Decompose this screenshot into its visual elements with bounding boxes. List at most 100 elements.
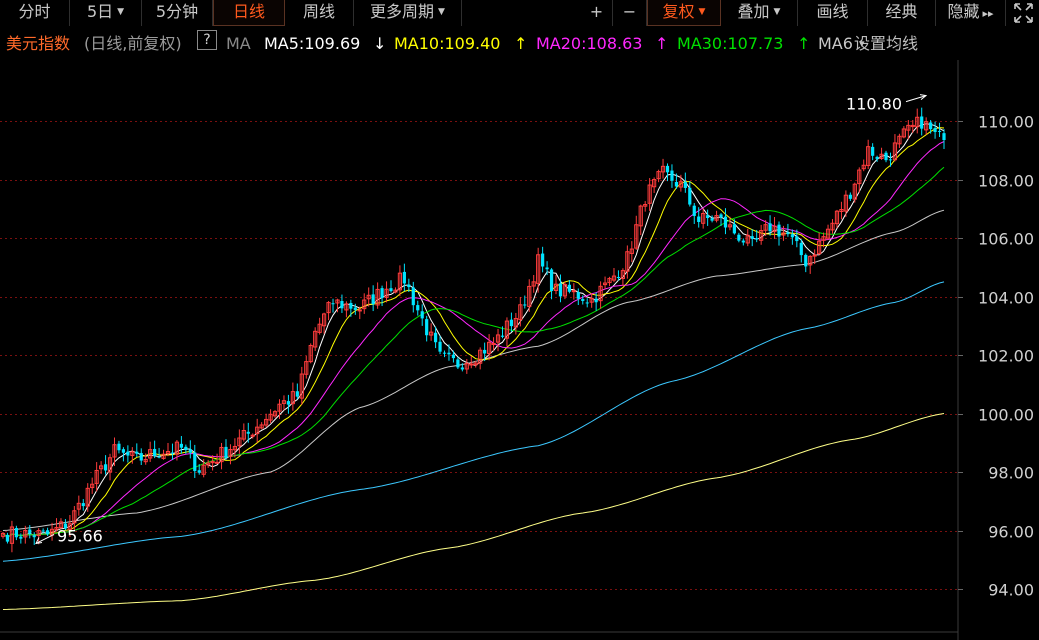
- tool-tab-4[interactable]: 画线: [798, 0, 868, 26]
- ma10-value: MA10:109.40: [394, 34, 501, 53]
- candle-body-down: [670, 170, 674, 181]
- period-tab-4[interactable]: 周线: [285, 0, 354, 26]
- candle-body-down: [331, 303, 335, 305]
- candle-body-down: [576, 292, 580, 299]
- candle-body-down: [692, 205, 696, 216]
- tool-tab-0[interactable]: +: [581, 0, 613, 26]
- ma5-line: [2, 123, 945, 539]
- ma5-arrow-icon: ↓: [373, 34, 387, 53]
- candle-body-down: [710, 218, 714, 221]
- tab-label: 周线: [302, 2, 335, 21]
- tab-label: 更多周期: [370, 2, 435, 21]
- candle-body-down: [549, 269, 554, 292]
- tool-tab-1[interactable]: −: [613, 0, 647, 26]
- candle-body-down: [688, 187, 692, 205]
- tool-tab-5[interactable]: 经典: [868, 0, 936, 26]
- candle-body-down: [340, 301, 344, 309]
- candle-body-down: [456, 359, 460, 368]
- candle-body-down: [665, 165, 670, 173]
- candle-body-down: [795, 236, 799, 242]
- candle-body-down: [19, 536, 23, 539]
- ma20-value: MA20:108.63: [536, 34, 643, 53]
- candle-body-down: [737, 234, 741, 241]
- long-moving-averages: [2, 209, 945, 610]
- candle-body-down: [777, 224, 781, 237]
- collapse-arrows-icon: ▸▸: [982, 7, 994, 20]
- candle-body-down: [32, 535, 36, 538]
- y-tick-label: 104.00: [978, 289, 1034, 308]
- tab-label: +: [589, 2, 604, 21]
- candle-body-down: [5, 534, 10, 542]
- tab-label: 经典: [885, 2, 918, 21]
- candle-body-down: [719, 214, 723, 218]
- candle-body-down: [942, 133, 946, 141]
- candlestick-chart[interactable]: 94.00 96.00 98.00 100.00 102.00 104.00 106.00 1…: [0, 0, 1039, 640]
- candle-body-down: [389, 288, 393, 292]
- period-tab-5[interactable]: 更多周期 ▼: [354, 0, 462, 26]
- candle-body-down: [420, 311, 424, 319]
- candle-body-down: [402, 271, 406, 284]
- period-tab-2[interactable]: 5分钟: [142, 0, 213, 26]
- ma60-value-truncated: MA6: [818, 34, 853, 53]
- ma60-line: [2, 209, 945, 531]
- candle-body-down: [683, 181, 687, 188]
- candle-body-down: [438, 341, 442, 352]
- candle-body-down: [371, 294, 375, 305]
- candle-body-down: [126, 451, 130, 456]
- period-toolbar: 分时 5日 ▼ 5分钟 日线 周线 更多周期 ▼ + − 复权 ▼ 叠加 ▼ 画线 经典 隐藏 ▸▸: [0, 0, 1039, 26]
- candle-body-down: [616, 276, 621, 278]
- period-tab-3[interactable]: 日线: [213, 0, 285, 26]
- chevron-down-icon: ▼: [698, 7, 706, 17]
- candle-body-up: [571, 290, 576, 293]
- candle-body-down: [41, 530, 45, 532]
- candle-body-down: [594, 298, 598, 303]
- ma-label: MA: [226, 34, 251, 53]
- candle-body-down: [741, 240, 745, 243]
- candle-body-down: [509, 319, 514, 327]
- help-icon: ?: [197, 30, 217, 50]
- tab-label: 5分钟: [155, 2, 199, 21]
- candle-body-down: [804, 254, 808, 267]
- tool-tab-6[interactable]: 隐藏 ▸▸: [936, 0, 1006, 26]
- y-tick-label: 102.00: [978, 347, 1034, 366]
- candle-body-down: [380, 288, 384, 298]
- candle-body-down: [674, 181, 679, 187]
- y-tick-label: 98.00: [988, 464, 1034, 483]
- tool-tab-2[interactable]: 复权 ▼: [647, 0, 721, 26]
- fullscreen-icon: [1014, 3, 1033, 23]
- period-tab-0[interactable]: 分时: [0, 0, 70, 26]
- candle-body-down: [14, 528, 18, 538]
- instrument-name: 美元指数: [6, 34, 71, 53]
- short-moving-averages: [2, 123, 945, 539]
- candle-body-down: [451, 354, 456, 359]
- candle-body-down: [875, 156, 879, 159]
- ma10-arrow-icon: ↑: [514, 34, 528, 53]
- candle-body-down: [697, 216, 701, 222]
- candle-body-down: [433, 332, 438, 343]
- fullscreen-button[interactable]: [1008, 0, 1039, 26]
- candle-body-down: [28, 529, 32, 534]
- candle-body-down: [246, 431, 250, 434]
- ma120-line: [2, 281, 945, 562]
- ma30-line: [2, 166, 945, 539]
- candle-body-down: [871, 146, 875, 156]
- candle-body-down: [170, 452, 175, 454]
- ma20-arrow-icon: ↑: [655, 34, 669, 53]
- candle-body-up: [357, 309, 362, 312]
- candle-body-down: [425, 319, 429, 336]
- ma30-arrow-icon: ↑: [797, 34, 811, 53]
- instrument-subtitle: (日线,前复权): [84, 34, 182, 53]
- candle-body-down: [920, 116, 924, 129]
- high-label: 110.80: [846, 95, 902, 114]
- candle-body-down: [545, 267, 549, 270]
- candle-body-down: [139, 453, 143, 461]
- candle-body-up: [469, 363, 474, 366]
- candle-body-down: [353, 307, 357, 310]
- candle-body-down: [799, 242, 803, 256]
- candle-body-down: [193, 452, 197, 472]
- candle-body-down: [790, 234, 794, 238]
- candle-body-down: [153, 448, 157, 456]
- tool-tab-3[interactable]: 叠加 ▼: [721, 0, 798, 26]
- period-tab-1[interactable]: 5日 ▼: [70, 0, 142, 26]
- candle-body-down: [567, 284, 571, 292]
